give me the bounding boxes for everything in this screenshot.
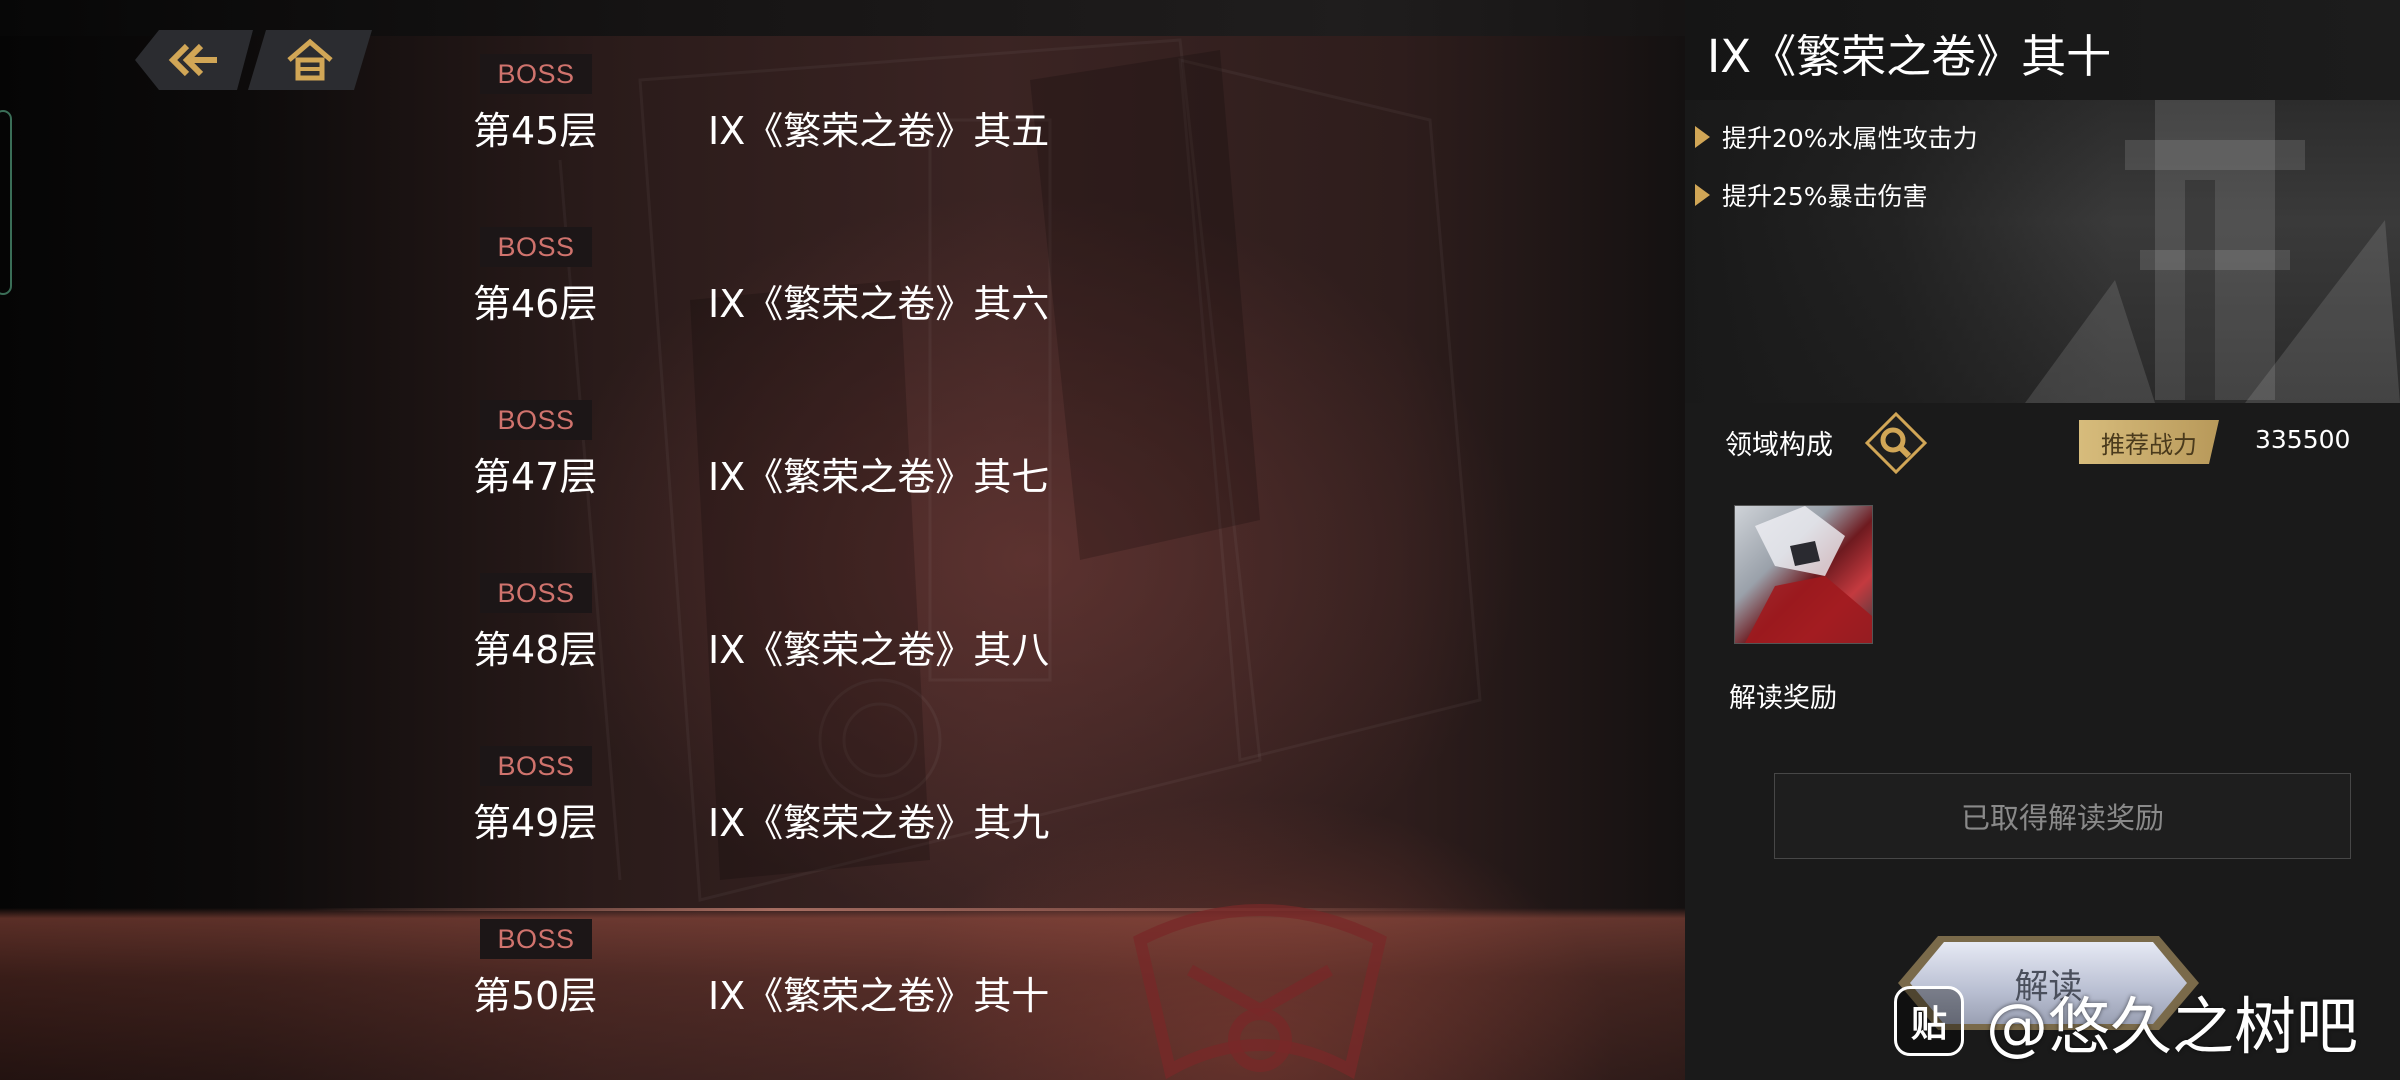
floor-number: 第50层 [473,974,598,1018]
triangle-bullet-icon [1695,184,1710,206]
boss-portrait[interactable] [1734,505,1873,644]
recommended-power-value: 335500 [2255,425,2351,454]
floor-name: IX《繁荣之卷》其九 [708,801,1050,845]
magnifier-icon [1864,411,1928,478]
floor-name: IX《繁荣之卷》其七 [708,455,1050,499]
boss-badge: BOSS [480,227,592,267]
buff-item: 提升20%水属性攻击力 [1695,117,1978,157]
floor-name: IX《繁荣之卷》其十 [708,974,1050,1018]
floor-number: 第48层 [473,628,598,672]
buff-item: 提升25%暴击伤害 [1695,175,1928,215]
floor-number: 第47层 [473,455,598,499]
reading-reward-label: 解读奖励 [1729,683,1837,714]
detail-header: IX《繁荣之卷》其十 [1685,0,2400,100]
floor-number: 第49层 [473,801,598,845]
tieba-logo-icon: 贴 [1894,986,1964,1056]
floor-row-47[interactable]: BOSS 第47层 IX《繁荣之卷》其七 [0,400,1685,540]
boss-badge: BOSS [480,573,592,613]
floor-name: IX《繁荣之卷》其八 [708,628,1050,672]
floor-row-46[interactable]: BOSS 第46层 IX《繁荣之卷》其六 [0,227,1685,367]
domain-composition-label: 领域构成 [1725,430,1833,461]
boss-badge: BOSS [480,746,592,786]
floor-number: 第46层 [473,282,598,326]
floor-row-45[interactable]: BOSS 第45层 IX《繁荣之卷》其五 [0,54,1685,194]
floor-row-48[interactable]: BOSS 第48层 IX《繁荣之卷》其八 [0,573,1685,713]
floor-name: IX《繁荣之卷》其五 [708,109,1050,153]
watermark-text: @悠久之树吧 [1986,990,2359,1063]
reward-claimed-status: 已取得解读奖励 [1774,773,2351,859]
floor-row-49[interactable]: BOSS 第49层 IX《繁荣之卷》其九 [0,746,1685,886]
detail-panel: IX《繁荣之卷》其十 提升20%水属性攻击力 提升25%暴击伤害 领域构成 推荐… [1685,0,2400,1080]
boss-badge: BOSS [480,54,592,94]
recommended-power-label: 推荐战力 [2079,420,2219,464]
boss-emblem-icon [1133,904,1387,1080]
mech-portrait-art [1745,506,1872,643]
boss-badge: BOSS [480,400,592,440]
forum-watermark: 贴 @悠久之树吧 [1894,976,2358,1066]
floor-number: 第45层 [473,109,598,153]
triangle-bullet-icon [1695,126,1710,148]
floor-row-50-selected[interactable]: BOSS 第50层 IX《繁荣之卷》其十 [0,908,1685,1080]
buff-text: 提升20%水属性攻击力 [1722,124,1978,153]
boss-badge: BOSS [480,919,592,959]
detail-title: IX《繁荣之卷》其十 [1707,30,2112,83]
floor-name: IX《繁荣之卷》其六 [708,282,1050,326]
buff-text: 提升25%暴击伤害 [1722,182,1928,211]
detail-background-art: 提升20%水属性攻击力 提升25%暴击伤害 [1685,100,2400,403]
